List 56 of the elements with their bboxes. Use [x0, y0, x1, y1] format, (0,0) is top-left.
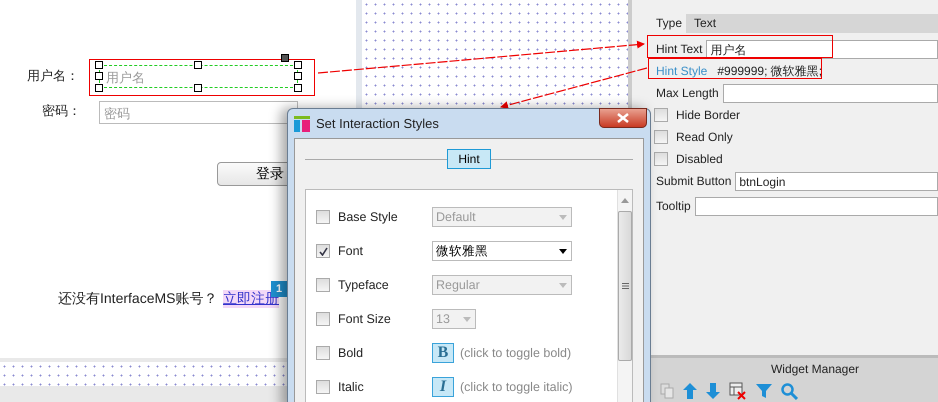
hint-tab[interactable]: Hint: [447, 149, 491, 169]
hint-text-field[interactable]: 用户名: [706, 40, 938, 58]
panel-title: Widget Manager: [770, 361, 860, 376]
style-label: Base Style: [338, 210, 399, 224]
style-label: Typeface: [338, 278, 390, 292]
toggle-hint: (click to toggle italic): [460, 380, 573, 394]
filter-icon[interactable]: [756, 383, 772, 399]
dropdown[interactable]: 微软雅黑: [432, 241, 572, 261]
toggle-button[interactable]: I: [432, 377, 454, 397]
scrollbar-thumb[interactable]: [618, 211, 632, 361]
submit-button-label: Submit Button: [656, 174, 732, 188]
checkbox[interactable]: [654, 152, 668, 166]
field-label: 用户名：: [27, 67, 79, 85]
text-field[interactable]: 密码: [99, 101, 298, 124]
checkbox[interactable]: [654, 130, 668, 144]
close-icon: [616, 112, 630, 122]
style-label: Bold: [338, 346, 364, 360]
field-label: 密码：: [42, 102, 81, 120]
max-length-label: Max Length: [656, 86, 719, 100]
close-button[interactable]: [599, 108, 647, 128]
toggle-hint: (click to toggle bold): [460, 346, 572, 360]
checkbox[interactable]: [654, 108, 668, 122]
scroll-up-icon[interactable]: [621, 198, 629, 203]
checkbox[interactable]: [316, 380, 330, 394]
toggle-button[interactable]: B: [432, 343, 454, 363]
option-label: Read Only: [676, 130, 733, 144]
arrow-up-icon[interactable]: [683, 383, 697, 399]
delete-table-icon[interactable]: [729, 382, 747, 400]
option-label: Hide Border: [676, 108, 740, 122]
app-logo-icon: [294, 116, 310, 132]
footnote-badge: 1: [271, 281, 287, 297]
hint-style-link[interactable]: Hint Style: [656, 64, 708, 78]
copy-icon[interactable]: [660, 383, 674, 399]
checkbox[interactable]: [316, 346, 330, 360]
dialog-title: Set Interaction Styles: [316, 116, 439, 131]
type-label: Type: [656, 16, 682, 30]
hint-text-label: Hint Text: [656, 42, 702, 56]
tooltip-field[interactable]: [694, 196, 938, 216]
style-label: Italic: [338, 380, 365, 394]
max-length-field[interactable]: [722, 84, 938, 102]
option-label: Disabled: [676, 152, 723, 166]
resize-handle[interactable]: [281, 54, 289, 62]
style-label: Font Size: [338, 312, 392, 326]
type-dropdown[interactable]: Text: [686, 14, 938, 32]
hint-style-value: #999999; 微软雅黑;: [717, 62, 822, 80]
caret-icon: [559, 214, 567, 220]
checkbox[interactable]: [316, 244, 330, 258]
arrow-down-icon[interactable]: [706, 383, 720, 399]
caret-icon: [463, 316, 471, 322]
tooltip-label: Tooltip: [656, 199, 691, 213]
caret-icon: [559, 248, 567, 254]
register-prompt: 还没有InterfaceMS账号？: [58, 290, 218, 308]
submit-button-field[interactable]: btnLogin: [735, 172, 938, 190]
search-icon[interactable]: [781, 382, 798, 400]
style-label: Font: [338, 244, 364, 258]
caret-icon: [559, 282, 567, 288]
